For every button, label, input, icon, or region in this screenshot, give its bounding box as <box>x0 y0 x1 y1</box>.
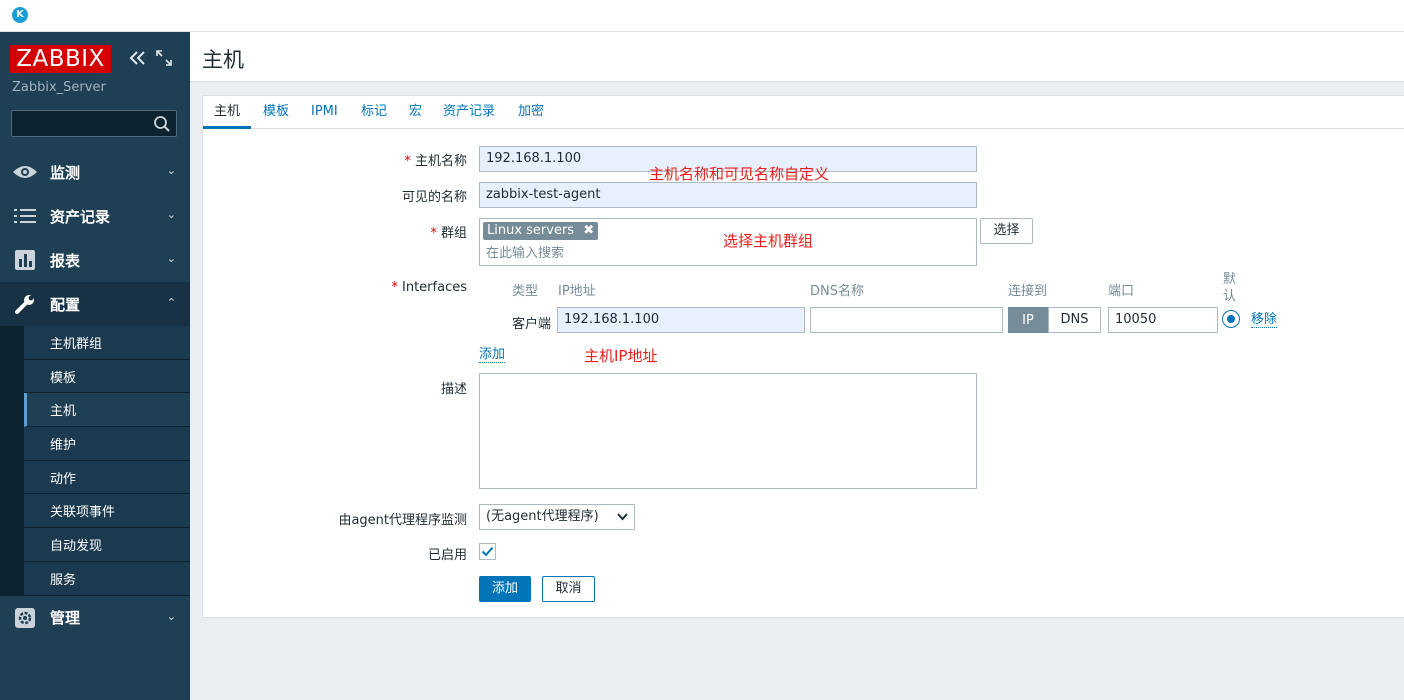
wrench-icon <box>12 293 38 315</box>
col-ip: IP地址 <box>558 284 596 299</box>
menu-label: 监测 <box>50 163 81 182</box>
group-tag-label: Linux servers <box>487 223 575 238</box>
visible-name-label: 可见的名称 <box>401 190 467 205</box>
search-icon[interactable] <box>153 115 171 133</box>
page-header: 主机 <box>190 32 1404 82</box>
page-title: 主机 <box>202 48 244 72</box>
menu-inventory[interactable]: 资产记录 ⌄ <box>0 194 190 238</box>
submenu-maintenance[interactable]: 维护 <box>24 427 190 461</box>
app-icon: K <box>12 7 28 23</box>
list-icon <box>12 205 38 227</box>
configuration-submenu: 主机群组 模板 主机 维护 动作 关联项事件 自动发现 服务 <box>0 326 190 596</box>
menu-label: 配置 <box>50 295 81 314</box>
menu-label: 管理 <box>50 609 81 627</box>
col-port: 端口 <box>1108 284 1135 299</box>
description-label: 描述 <box>440 382 467 397</box>
cancel-button[interactable]: 取消 <box>542 576 595 602</box>
groups-label: * 群组 <box>430 226 467 241</box>
sidebar: ZABBIX Zabbix_Server 监测 ⌄ 资产记录 ⌄ 报表 ⌄ 配置… <box>0 32 190 700</box>
gear-icon <box>12 607 38 629</box>
proxy-select-value: (无agent代理程序) <box>486 509 599 524</box>
annotation-group: 选择主机群组 <box>723 232 814 250</box>
chevron-down-icon: ⌄ <box>166 609 176 623</box>
collapse-sidebar-icon[interactable] <box>128 48 148 68</box>
col-type: 类型 <box>512 284 539 299</box>
tab-encryption[interactable]: 加密 <box>507 96 555 129</box>
submenu-hosts[interactable]: 主机 <box>24 393 190 428</box>
tab-templates[interactable]: 模板 <box>252 96 300 129</box>
description-textarea[interactable] <box>479 373 977 489</box>
menu-reports[interactable]: 报表 ⌄ <box>0 238 190 282</box>
menu-label: 报表 <box>50 251 81 270</box>
tab-ipmi[interactable]: IPMI <box>300 96 349 129</box>
submenu-services[interactable]: 服务 <box>24 561 190 596</box>
required-marker: * <box>391 280 399 295</box>
remove-tag-icon[interactable]: ✖ <box>583 223 594 238</box>
browser-topbar: K <box>0 0 1404 32</box>
required-marker: * <box>404 154 411 169</box>
kiosk-mode-icon[interactable] <box>156 50 172 66</box>
connect-ip-toggle[interactable]: IP <box>1008 307 1048 333</box>
annotation-names: 主机名称和可见名称自定义 <box>649 165 830 183</box>
chevron-down-icon: ⌄ <box>166 208 176 221</box>
visible-name-input[interactable]: zabbix-test-agent <box>479 182 977 208</box>
chevron-up-icon: ⌃ <box>166 296 176 309</box>
interfaces-label: * Interfaces <box>391 280 467 295</box>
bar-chart-icon <box>12 249 38 271</box>
sidebar-search-input[interactable] <box>11 110 177 137</box>
chevron-down-icon: ⌄ <box>166 252 176 265</box>
interface-type: 客户端 <box>512 317 552 332</box>
remove-interface-link[interactable]: 移除 <box>1251 312 1278 328</box>
main-menu: 监测 ⌄ 资产记录 ⌄ 报表 ⌄ 配置 ⌃ 主机群组 模板 主机 维护 动作 关… <box>0 150 190 640</box>
interface-ip-input[interactable]: 192.168.1.100 <box>557 307 805 333</box>
host-form-panel: 主机 模板 IPMI 标记 宏 资产记录 加密 * 主机名称 192.168.1.… <box>202 95 1404 618</box>
required-marker: * <box>430 226 437 241</box>
default-interface-radio[interactable] <box>1222 310 1240 328</box>
select-group-button[interactable]: 选择 <box>980 218 1033 244</box>
connect-dns-toggle[interactable]: DNS <box>1048 307 1101 333</box>
chevron-down-icon <box>617 513 628 521</box>
tab-bar: 主机 模板 IPMI 标记 宏 资产记录 加密 <box>203 96 1404 129</box>
group-tag: Linux servers ✖ <box>483 222 599 240</box>
submenu-actions[interactable]: 动作 <box>24 460 190 495</box>
server-name: Zabbix_Server <box>12 80 106 95</box>
tab-macros[interactable]: 宏 <box>398 96 433 129</box>
tab-inventory[interactable]: 资产记录 <box>432 96 506 129</box>
tab-host[interactable]: 主机 <box>203 96 252 129</box>
menu-configuration[interactable]: 配置 ⌃ <box>0 282 190 326</box>
menu-label: 资产记录 <box>50 207 111 226</box>
submenu-discovery[interactable]: 自动发现 <box>24 528 190 562</box>
radio-dot <box>1227 315 1235 323</box>
interface-port-input[interactable]: 10050 <box>1108 307 1218 333</box>
hostname-label: * 主机名称 <box>404 154 467 169</box>
add-host-button[interactable]: 添加 <box>479 576 531 602</box>
checkmark-icon <box>481 546 494 557</box>
annotation-ip: 主机IP地址 <box>584 347 658 365</box>
menu-administration[interactable]: 管理 ⌄ <box>0 596 190 640</box>
interface-dns-input[interactable] <box>810 307 1003 333</box>
submenu-host-groups[interactable]: 主机群组 <box>24 326 190 360</box>
eye-icon <box>12 161 38 183</box>
chevron-down-icon: ⌄ <box>166 164 176 177</box>
col-dns: DNS名称 <box>810 284 864 299</box>
submenu-event-correlation[interactable]: 关联项事件 <box>24 494 190 529</box>
proxy-select[interactable]: (无agent代理程序) <box>479 504 635 530</box>
col-default: 默认 <box>1223 272 1237 304</box>
tab-tags[interactable]: 标记 <box>350 96 398 129</box>
group-search-placeholder[interactable]: 在此输入搜索 <box>486 242 564 266</box>
submenu-templates[interactable]: 模板 <box>24 359 190 394</box>
menu-monitoring[interactable]: 监测 ⌄ <box>0 150 190 194</box>
col-connect: 连接到 <box>1008 284 1048 299</box>
add-interface-link[interactable]: 添加 <box>479 347 506 363</box>
proxy-label: 由agent代理程序监测 <box>338 513 467 528</box>
enabled-label: 已启用 <box>427 548 467 563</box>
enabled-checkbox[interactable] <box>479 543 496 560</box>
zabbix-logo[interactable]: ZABBIX <box>10 45 111 73</box>
